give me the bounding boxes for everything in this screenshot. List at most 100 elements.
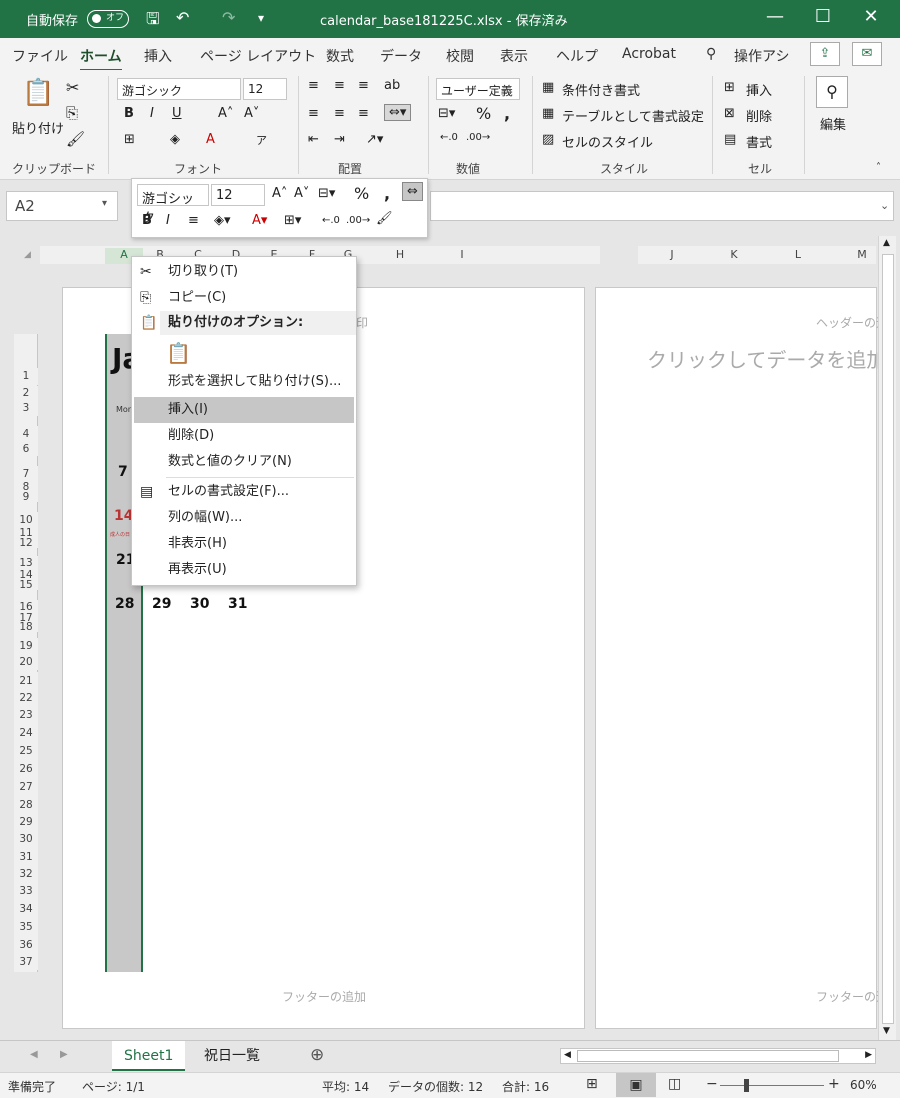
- mini-currency-icon[interactable]: ⊟▾: [318, 186, 335, 201]
- status-count[interactable]: データの個数: 12: [388, 1078, 483, 1095]
- column-header-h[interactable]: H: [390, 248, 410, 264]
- decrease-decimal-icon[interactable]: .00→: [466, 132, 490, 143]
- click-to-add-data[interactable]: クリックしてデータを追加: [647, 344, 886, 373]
- italic-button[interactable]: I: [150, 106, 154, 121]
- column-header-j[interactable]: J: [662, 248, 682, 264]
- row-header[interactable]: 32: [14, 866, 38, 882]
- mini-align-icon[interactable]: ≡: [188, 213, 199, 228]
- header-add-left[interactable]: 印: [356, 314, 368, 331]
- scroll-left-icon[interactable]: ◀: [564, 1050, 571, 1060]
- menu-item-clear[interactable]: 数式と値のクリア(N): [132, 449, 356, 475]
- font-color-icon[interactable]: A: [206, 132, 215, 147]
- tab-formulas[interactable]: 数式: [326, 46, 354, 66]
- paste-button[interactable]: 貼り付け: [12, 118, 64, 137]
- row-header[interactable]: 9: [14, 492, 38, 502]
- row-header[interactable]: 22: [14, 690, 38, 706]
- decrease-font-button[interactable]: A˅: [244, 106, 259, 121]
- prev-sheet-icon[interactable]: ◀: [30, 1049, 38, 1060]
- align-left-icon[interactable]: ≡: [308, 106, 319, 121]
- close-button[interactable]: ✕: [856, 6, 886, 27]
- borders-icon[interactable]: ⊞: [124, 132, 135, 147]
- tab-page-layout[interactable]: ページ レイアウト: [200, 46, 316, 66]
- menu-item-format-cells[interactable]: ▤ セルの書式設定(F)...: [132, 479, 356, 505]
- mini-font-color-icon[interactable]: A▾: [252, 213, 267, 228]
- row-header[interactable]: 1: [14, 368, 38, 385]
- zoom-slider[interactable]: [720, 1085, 824, 1086]
- row-header[interactable]: 10: [14, 512, 38, 528]
- row-header[interactable]: 18: [14, 622, 38, 632]
- page-layout-view-icon[interactable]: ▣: [616, 1073, 656, 1097]
- row-header[interactable]: 35: [14, 918, 38, 936]
- phonetic-icon[interactable]: ア: [256, 132, 267, 148]
- row-header[interactable]: 13: [14, 556, 38, 570]
- status-sum[interactable]: 合計: 16: [502, 1078, 549, 1095]
- orientation-icon[interactable]: ab: [384, 78, 400, 93]
- redo-icon[interactable]: ↷: [222, 8, 235, 27]
- tab-acrobat[interactable]: Acrobat: [622, 46, 676, 62]
- editing-button[interactable]: 編集: [820, 114, 846, 133]
- row-header[interactable]: 30: [14, 830, 38, 848]
- copy-icon[interactable]: ⎘: [66, 104, 78, 122]
- bold-button[interactable]: B: [124, 106, 134, 121]
- format-cells-icon[interactable]: ▤: [724, 132, 736, 147]
- search-icon[interactable]: ⚲: [706, 46, 716, 62]
- minimize-button[interactable]: —: [760, 6, 790, 27]
- percent-icon[interactable]: %: [476, 104, 491, 123]
- row-header[interactable]: 34: [14, 900, 38, 918]
- row-header[interactable]: 4: [14, 426, 38, 442]
- tab-insert[interactable]: 挿入: [144, 46, 172, 66]
- add-sheet-icon[interactable]: ⊕: [310, 1045, 324, 1065]
- row-header[interactable]: 27: [14, 778, 38, 796]
- paste-icon[interactable]: 📋: [22, 78, 54, 108]
- zoom-level[interactable]: 60%: [850, 1078, 877, 1092]
- vertical-scrollbar[interactable]: ▲ ▼: [878, 236, 896, 1042]
- align-top-icon[interactable]: ≡: [308, 78, 319, 93]
- menu-item-paste-special[interactable]: 形式を選択して貼り付け(S)...: [132, 369, 356, 395]
- fill-color-icon[interactable]: ◈: [170, 132, 180, 147]
- share-button[interactable]: ⇪: [810, 42, 840, 66]
- increase-font-button[interactable]: A˄: [218, 106, 233, 121]
- row-header[interactable]: 29: [14, 814, 38, 830]
- row-header[interactable]: 7: [14, 466, 38, 482]
- row-header[interactable]: 6: [14, 442, 38, 456]
- normal-view-icon[interactable]: ⊞: [586, 1076, 598, 1092]
- comment-button[interactable]: ✉: [852, 42, 882, 66]
- column-header-i[interactable]: I: [452, 248, 472, 264]
- tab-review[interactable]: 校閲: [446, 46, 474, 66]
- mini-italic-button[interactable]: I: [166, 213, 170, 228]
- conditional-format-icon[interactable]: ▦: [542, 80, 554, 95]
- row-header[interactable]: 12: [14, 538, 38, 548]
- tab-home[interactable]: ホーム: [80, 46, 122, 72]
- horizontal-scrollbar[interactable]: ◀ ▶: [560, 1048, 876, 1064]
- scroll-down-icon[interactable]: ▼: [883, 1026, 890, 1036]
- conditional-format-button[interactable]: 条件付き書式: [562, 80, 640, 99]
- delete-cells-button[interactable]: 削除: [746, 106, 772, 125]
- horizontal-scroll-thumb[interactable]: [577, 1050, 839, 1062]
- format-button[interactable]: 書式: [746, 132, 772, 151]
- status-average[interactable]: 平均: 14: [322, 1078, 369, 1095]
- sheet-tab-sheet1[interactable]: Sheet1: [112, 1041, 186, 1071]
- menu-item-insert[interactable]: 挿入(I): [134, 397, 354, 423]
- format-as-table-button[interactable]: テーブルとして書式設定: [562, 106, 704, 125]
- row-header[interactable]: 19: [14, 638, 38, 654]
- formula-input[interactable]: [430, 191, 894, 221]
- mini-size-select[interactable]: 12: [211, 184, 265, 206]
- text-direction-icon[interactable]: ↗▾: [366, 132, 383, 147]
- menu-item-delete[interactable]: 削除(D): [132, 423, 356, 449]
- column-header-m[interactable]: M: [852, 248, 872, 264]
- font-size-select[interactable]: 12: [243, 78, 287, 100]
- mini-decrease-decimal-icon[interactable]: .00→: [346, 215, 370, 226]
- autosave-toggle[interactable]: オフ: [87, 10, 129, 28]
- currency-icon[interactable]: ⊟▾: [438, 106, 455, 121]
- row-header[interactable]: 20: [14, 654, 38, 670]
- zoom-slider-handle[interactable]: [744, 1079, 749, 1092]
- format-table-icon[interactable]: ▦: [542, 106, 554, 121]
- mini-borders-icon[interactable]: ⊞▾: [284, 213, 301, 228]
- delete-cells-icon[interactable]: ⊠: [724, 106, 735, 121]
- menu-item-cut[interactable]: ✂ 切り取り(T): [132, 259, 356, 285]
- align-bottom-icon[interactable]: ≡: [358, 78, 369, 93]
- row-header[interactable]: 25: [14, 742, 38, 760]
- format-painter-icon[interactable]: 🖌: [66, 130, 85, 148]
- customize-qat-icon[interactable]: ▾: [258, 11, 264, 25]
- sheet-tab-holidays[interactable]: 祝日一覧: [192, 1041, 272, 1071]
